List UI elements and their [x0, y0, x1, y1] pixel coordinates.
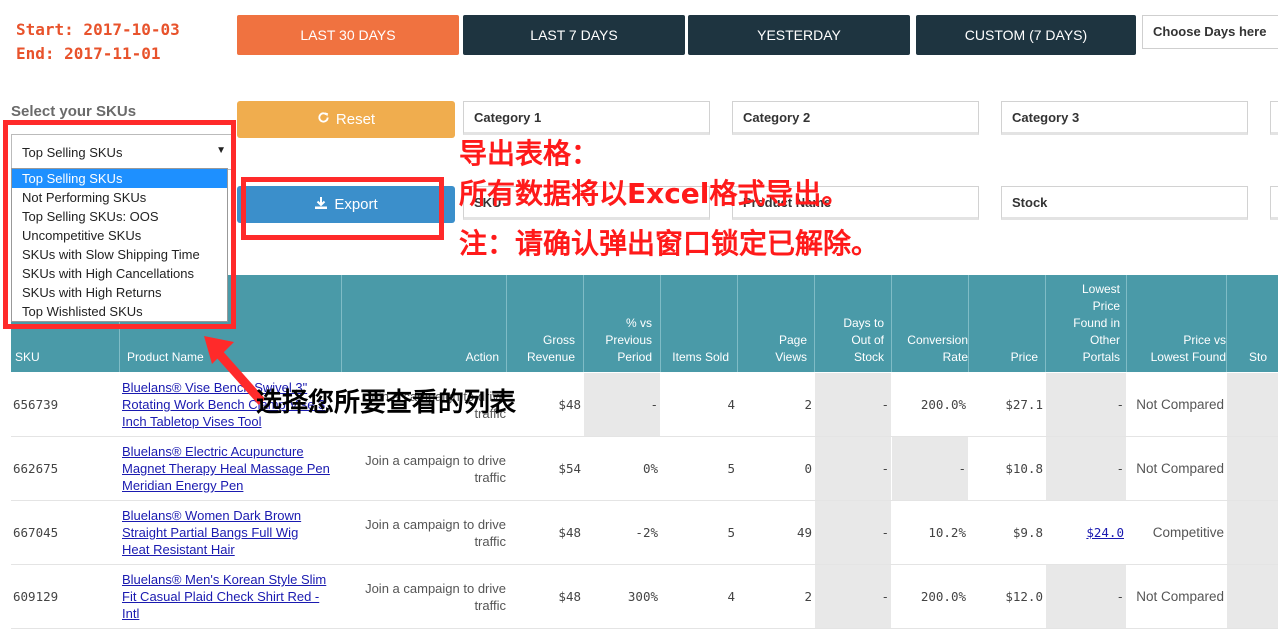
annotation-export-line1: 所有数据将以Excel格式导出。	[459, 177, 850, 210]
cell-vs-previous: 300%	[627, 589, 658, 604]
category-4-filter[interactable]	[1270, 101, 1278, 135]
category-2-filter[interactable]: Category 2	[732, 101, 979, 135]
cell-sku: 609129	[13, 589, 59, 604]
th-conversion-rate[interactable]: Conversion Rate	[907, 332, 968, 366]
reset-label: Reset	[335, 111, 376, 128]
cell-action: Join a campaign to drive traffic	[365, 580, 506, 613]
cell-lowest-price[interactable]: $24.0	[1046, 501, 1126, 564]
th-price[interactable]: Price	[1011, 349, 1038, 366]
cell-vs-previous: 0%	[642, 461, 658, 476]
cell-page-views: 0	[804, 461, 812, 476]
cell-price: $10.8	[1005, 461, 1043, 476]
cell-price-vs-lowest: Not Compared	[1136, 397, 1224, 412]
th-price-vs-lowest[interactable]: Price vs Lowest Found	[1151, 332, 1226, 366]
annotation-export-line2: 注：请确认弹出窗口锁定已解除。	[459, 227, 880, 260]
cell-lowest-price: -	[1046, 437, 1126, 500]
cell-price-vs-lowest: Not Compared	[1136, 589, 1224, 604]
cell-items-sold: 4	[727, 589, 735, 604]
start-date: Start: 2017-10-03	[16, 20, 180, 39]
th-days-out-of-stock[interactable]: Days to Out of Stock	[843, 315, 884, 366]
cell-stock	[1227, 437, 1278, 500]
cell-stock	[1227, 501, 1278, 564]
annotation-export-title: 导出表格：	[459, 137, 600, 170]
table-row: 662675 Bluelans® Electric Acupuncture Magn…	[11, 437, 1278, 501]
select-skus-label: Select your SKUs	[11, 103, 137, 120]
cell-items-sold: 5	[727, 525, 735, 540]
cell-conversion-rate: 200.0%	[920, 589, 966, 604]
cell-page-views: 49	[796, 525, 812, 540]
cell-days-out-of-stock: -	[815, 565, 891, 628]
cell-page-views: 2	[804, 397, 812, 412]
custom-days-button[interactable]: CUSTOM (7 DAYS)	[916, 15, 1136, 55]
cell-product-name[interactable]: Bluelans® Electric Acupuncture Magnet The…	[122, 437, 342, 500]
cell-vs-previous: -	[584, 373, 660, 436]
cell-days-out-of-stock: -	[815, 501, 891, 564]
cell-price: $12.0	[1005, 589, 1043, 604]
cell-product-name[interactable]: Bluelans® Women Dark Brown Straight Parti…	[122, 501, 342, 564]
cell-gross-revenue: $48	[558, 525, 581, 540]
cell-price: $9.8	[1012, 525, 1043, 540]
choose-days-input[interactable]: Choose Days here	[1142, 15, 1278, 49]
table-row: 667045 Bluelans® Women Dark Brown Straight…	[11, 501, 1278, 565]
table-row: 609129 Bluelans® Men's Korean Style Slim F…	[11, 565, 1278, 629]
cell-price-vs-lowest: Competitive	[1152, 525, 1224, 540]
category-1-filter[interactable]: Category 1	[463, 101, 710, 135]
cell-sku: 656739	[13, 397, 59, 412]
cell-sku: 667045	[13, 525, 59, 540]
annotation-select-list: 选择您所要查看的列表	[256, 388, 517, 418]
stock-filter[interactable]: Stock	[1001, 186, 1248, 220]
th-lowest-price[interactable]: Lowest Price Found in Other Portals	[1073, 281, 1120, 366]
cell-vs-previous: -2%	[635, 525, 658, 540]
extra-filter[interactable]	[1270, 186, 1278, 220]
th-sku[interactable]: SKU	[15, 349, 40, 366]
cell-stock	[1227, 565, 1278, 628]
cell-page-views: 2	[804, 589, 812, 604]
th-action[interactable]: Action	[466, 349, 499, 366]
annotation-select-frame	[3, 120, 236, 329]
annotation-export-frame	[241, 177, 444, 240]
cell-days-out-of-stock: -	[815, 437, 891, 500]
th-product-name[interactable]: Product Name	[127, 349, 204, 366]
cell-items-sold: 4	[727, 397, 735, 412]
cell-price: $27.1	[1005, 397, 1043, 412]
last-7-days-button[interactable]: LAST 7 DAYS	[463, 15, 685, 55]
cell-product-name[interactable]: Bluelans® Men's Korean Style Slim Fit Cas…	[122, 565, 342, 628]
cell-price-vs-lowest: Not Compared	[1136, 461, 1224, 476]
yesterday-button[interactable]: YESTERDAY	[688, 15, 910, 55]
refresh-icon	[317, 111, 330, 128]
th-stock[interactable]: Sto	[1249, 349, 1267, 366]
cell-lowest-price: -	[1046, 565, 1126, 628]
cell-lowest-price: -	[1046, 373, 1126, 436]
cell-conversion-rate: 10.2%	[928, 525, 966, 540]
th-gross-revenue[interactable]: Gross Revenue	[527, 332, 575, 366]
cell-days-out-of-stock: -	[815, 373, 891, 436]
last-30-days-button[interactable]: LAST 30 DAYS	[237, 15, 459, 55]
cell-conversion-rate: 200.0%	[920, 397, 966, 412]
cell-items-sold: 5	[727, 461, 735, 476]
end-date: End: 2017-11-01	[16, 44, 161, 63]
cell-sku: 662675	[13, 461, 59, 476]
category-3-filter[interactable]: Category 3	[1001, 101, 1248, 135]
cell-gross-revenue: $48	[558, 589, 581, 604]
cell-action: Join a campaign to drive traffic	[365, 516, 506, 549]
cell-action: Join a campaign to drive traffic	[365, 452, 506, 485]
cell-conversion-rate: -	[892, 437, 968, 500]
cell-gross-revenue: $54	[558, 461, 581, 476]
th-vs-previous[interactable]: % vs Previous Period	[605, 315, 652, 366]
cell-gross-revenue: $48	[558, 397, 581, 412]
cell-stock	[1227, 373, 1278, 436]
th-items-sold[interactable]: Items Sold	[672, 349, 729, 366]
th-page-views[interactable]: Page Views	[775, 332, 807, 366]
reset-button[interactable]: Reset	[237, 101, 455, 138]
